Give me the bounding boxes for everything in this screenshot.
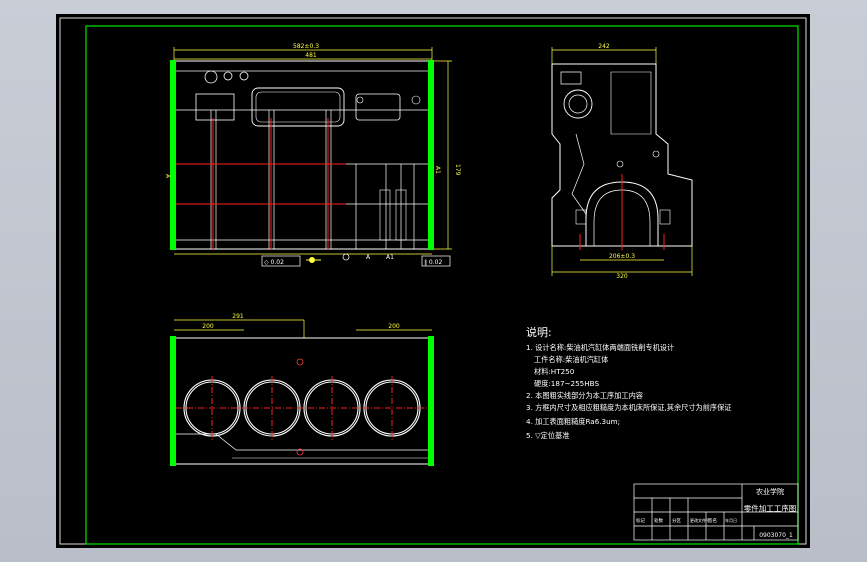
note-line-1: 1. 设计名称:柴油机汽缸体两端面铣削专机设计 <box>526 343 674 352</box>
drawing-sheet: 582±0.3 481 179 A A1 ◇ 0.02 ∥ 0.02 A A1 … <box>59 17 807 545</box>
note-line-3: 材料:HT250 <box>534 367 575 376</box>
note-line-4: 硬度:187~255HBS <box>534 379 599 388</box>
parallel-tolerance: ∥ 0.02 <box>424 259 442 266</box>
cad-drawing-viewport[interactable]: 582±0.3 481 179 A A1 ◇ 0.02 ∥ 0.02 A A1 … <box>56 14 810 548</box>
dim-right-inner: 200 <box>388 323 400 330</box>
title-drawing-name: 零件加工工序图 <box>744 503 797 513</box>
dim-bore-width: 206±0.3 <box>609 253 635 260</box>
title-school: 农业学院 <box>756 487 784 496</box>
front-view: 582±0.3 481 179 A A1 ◇ 0.02 ∥ 0.02 A A1 <box>164 43 461 267</box>
note-line-6: 3. 方框内尺寸及相应粗糙度为本机床所保证,其余尺寸为前序保证 <box>526 403 732 412</box>
title-header-6: 年月日 <box>725 517 737 523</box>
title-header-2: 处数 <box>654 517 663 524</box>
machined-face-right <box>428 60 434 250</box>
notes-title: 说明: <box>526 325 552 339</box>
title-header-3: 分区 <box>672 517 681 524</box>
dim-left-span: 291 <box>232 313 244 320</box>
title-header-5: 签名 <box>708 517 717 524</box>
datum-label-left: A <box>164 174 171 179</box>
note-line-5: 2. 本图粗实线部分为本工序加工内容 <box>526 391 643 400</box>
flatness-tolerance: ◇ 0.02 <box>264 259 284 266</box>
note-line-7: 4. 加工表面粗糙度Ra6.3um; <box>526 417 620 426</box>
technical-notes: 说明: 1. 设计名称:柴油机汽缸体两端面铣削专机设计 工件名称:柴油机汽缸体 … <box>526 325 732 440</box>
datum-bottom-a1: A1 <box>386 254 394 261</box>
dim-height: 179 <box>454 164 461 176</box>
dim-inner-width: 481 <box>305 52 317 59</box>
plan-machined-face-left <box>170 336 176 466</box>
datum-bottom-a: A <box>366 254 371 261</box>
datum-label-right: A1 <box>434 166 441 174</box>
dim-overall-width: 582±0.3 <box>293 43 319 50</box>
note-line-8: 5. ▽定位基准 <box>526 431 569 440</box>
plan-view: 291 200 200 <box>170 313 434 466</box>
dim-top-width: 242 <box>598 43 610 50</box>
dim-left-inner: 200 <box>202 323 214 330</box>
machined-face-left <box>170 60 176 250</box>
title-drawing-number: 0903070_1 <box>759 532 793 539</box>
drawing-frame <box>85 25 799 545</box>
title-header-4: 更改文件号 <box>690 517 710 523</box>
note-line-2: 工件名称:柴油机汽缸体 <box>534 355 608 364</box>
title-header-1: 标记 <box>636 517 645 524</box>
dim-side-overall: 320 <box>616 273 628 280</box>
side-view: 242 206±0.3 320 <box>551 43 693 280</box>
plan-machined-face-right <box>428 336 434 466</box>
